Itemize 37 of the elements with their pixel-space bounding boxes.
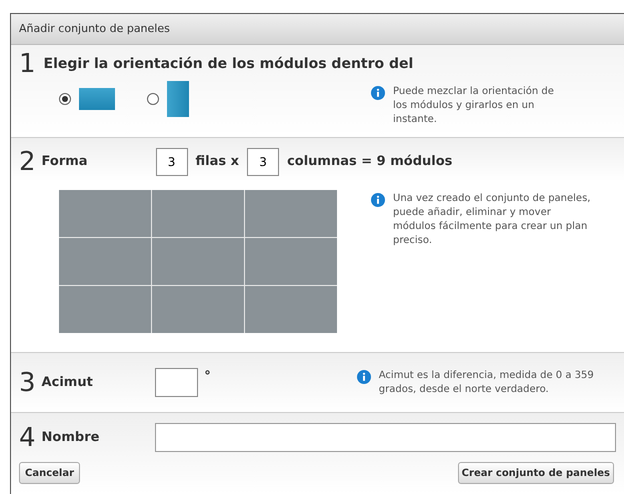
info-icon <box>371 193 385 207</box>
module[interactable] <box>152 238 244 285</box>
info-text: Acimut es la diferencia, medida de 0 a 359 grados, desde el norte verdadero. <box>378 368 595 396</box>
module[interactable] <box>245 190 337 237</box>
name-input[interactable] <box>154 423 616 452</box>
step-label: Acimut <box>42 374 94 392</box>
step-number: 4 <box>19 424 36 450</box>
step-label: Nombre <box>42 428 100 447</box>
info-text: Una vez creado el conjunto de paneles, puede añadir, eliminar y mover módulos fácilmente para crear un plan preciso. <box>393 192 592 248</box>
step-number: 3 <box>19 370 36 396</box>
create-panel-set-button[interactable]: Crear conjunto de paneles <box>458 462 614 484</box>
columns-label: columnas = 9 módulos <box>287 153 452 172</box>
rows-label: filas x <box>196 153 240 172</box>
module[interactable] <box>245 286 337 333</box>
info-icon <box>356 370 371 384</box>
module[interactable] <box>59 190 151 237</box>
cancel-button[interactable]: Cancelar <box>19 462 80 484</box>
step-number: 1 <box>19 51 36 77</box>
landscape-module-icon <box>79 88 115 110</box>
info-text: Puede mezclar la orientación de los módulos y girarlos en un instante. <box>393 85 555 127</box>
module[interactable] <box>59 238 151 285</box>
columns-input[interactable]: 3 <box>247 148 280 176</box>
rows-input[interactable]: 3 <box>156 148 188 176</box>
step-label: Forma <box>42 153 89 172</box>
module[interactable] <box>59 286 151 333</box>
info-icon <box>371 86 385 100</box>
orientation-radio[interactable] <box>147 93 159 105</box>
degree-symbol: ° <box>204 368 212 386</box>
orientation-radio[interactable] <box>59 93 71 105</box>
azimuth-input[interactable] <box>155 368 198 397</box>
portrait-module-icon <box>167 81 189 117</box>
step-title: Elegir la orientación de los módulos dentro del <box>44 54 414 74</box>
module[interactable] <box>152 286 244 333</box>
dialog-title: Añadir conjunto de paneles <box>19 20 170 37</box>
step-number: 2 <box>19 149 36 175</box>
module[interactable] <box>152 190 244 237</box>
module[interactable] <box>245 238 337 285</box>
